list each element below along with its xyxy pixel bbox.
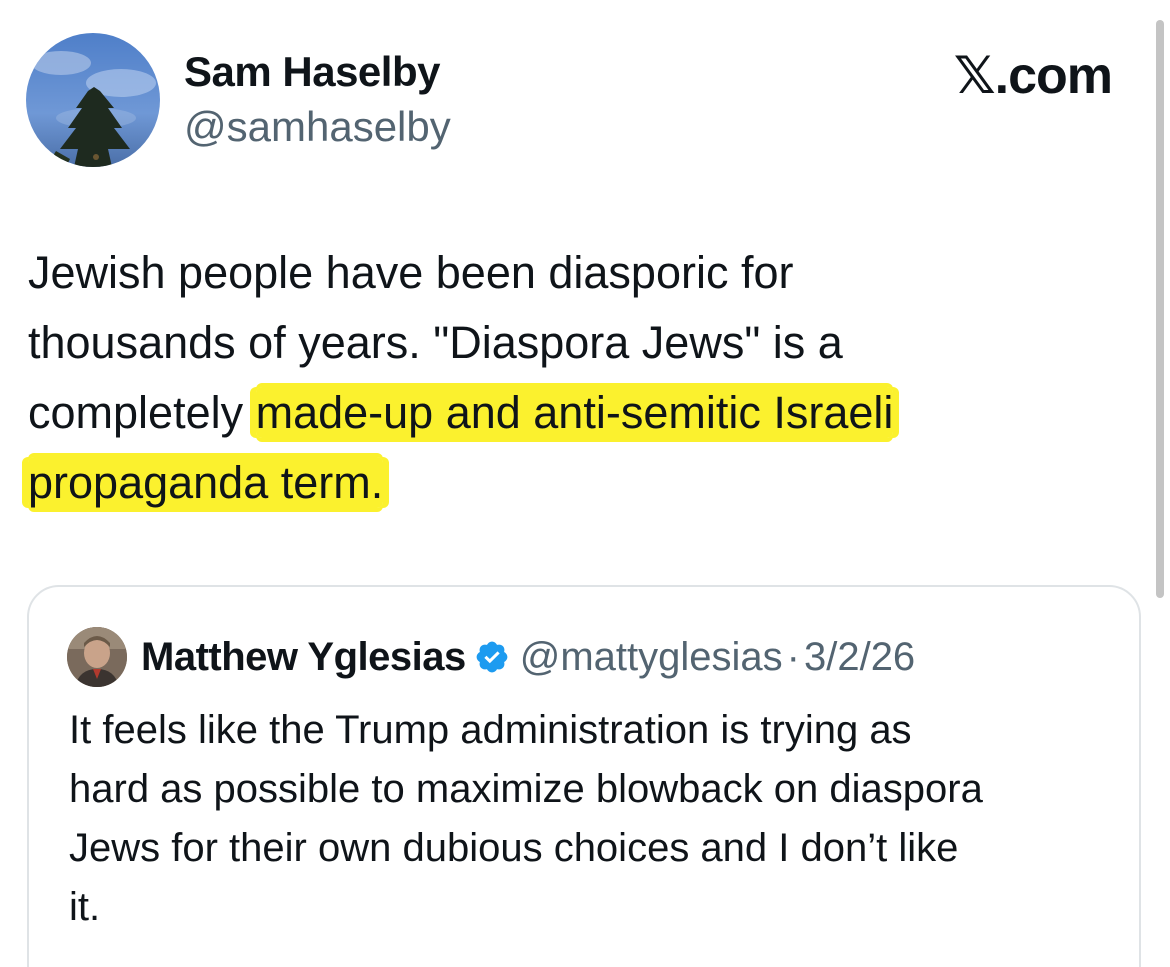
- quoted-tweet-date[interactable]: 3/2/26: [804, 635, 915, 680]
- quoted-author-name[interactable]: Matthew Yglesias: [141, 635, 466, 680]
- x-com-logo: 𝕏.com: [953, 46, 1113, 106]
- scrollbar[interactable]: [1156, 20, 1164, 598]
- tree-sky-photo: [26, 33, 160, 167]
- tweet-text: Jewish people have been diasporic for th…: [28, 238, 1148, 518]
- quoted-line-1: It feels like the Trump administration i…: [69, 708, 912, 752]
- quoted-tweet-text: It feels like the Trump administration i…: [69, 701, 1119, 937]
- tweet-line-3-plain: completely: [28, 387, 256, 438]
- quoted-tweet-header: Matthew Yglesias @mattyglesias · 3/2/26: [141, 629, 915, 685]
- x-logo-icon: 𝕏: [953, 46, 996, 106]
- header-separator: ·: [786, 634, 800, 679]
- author-name[interactable]: Sam Haselby: [184, 48, 440, 96]
- author-avatar[interactable]: [26, 33, 160, 167]
- tweet-line-1: Jewish people have been diasporic for: [28, 247, 794, 298]
- quoted-line-2: hard as possible to maximize blowback on…: [69, 767, 983, 811]
- tweet-line-4: propaganda term.: [28, 448, 1148, 518]
- highlighted-text-2: propaganda term.: [28, 457, 384, 508]
- portrait-photo: [67, 627, 127, 687]
- quoted-tweet-card[interactable]: Matthew Yglesias @mattyglesias · 3/2/26 …: [27, 585, 1141, 967]
- tweet-line-2: thousands of years. "Diaspora Jews" is a: [28, 317, 843, 368]
- quoted-author-handle[interactable]: @mattyglesias: [520, 635, 783, 680]
- highlighted-text-1: made-up and anti-semitic Israeli: [255, 387, 894, 438]
- brand-suffix: .com: [994, 47, 1113, 105]
- quoted-author-avatar[interactable]: [67, 627, 127, 687]
- quoted-line-4: it.: [69, 885, 101, 929]
- author-handle[interactable]: @samhaselby: [184, 103, 451, 151]
- quoted-line-3: Jews for their own dubious choices and I…: [69, 826, 959, 870]
- tweet-screenshot: Sam Haselby @samhaselby 𝕏.com Jewish peo…: [0, 0, 1170, 967]
- verified-badge-icon: [474, 639, 510, 675]
- tweet-line-3: completely made-up and anti-semitic Isra…: [28, 378, 1148, 448]
